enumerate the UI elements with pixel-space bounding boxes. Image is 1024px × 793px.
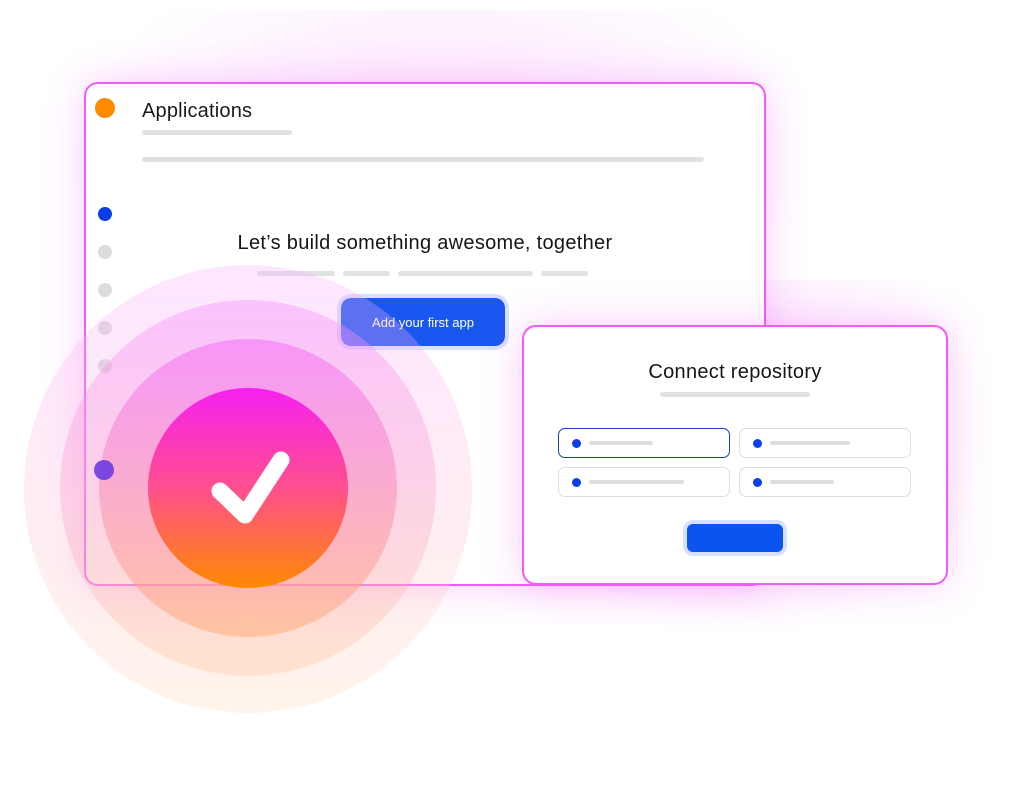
window-status-dot: [95, 98, 115, 118]
headline: Let’s build something awesome, together: [237, 232, 613, 254]
option-label-placeholder: [589, 441, 653, 445]
subtitle-placeholder: [660, 392, 810, 397]
option-label-placeholder: [589, 480, 684, 484]
window-title: Applications: [142, 100, 253, 122]
option-dot-icon: [572, 478, 581, 487]
connect-repository-window: Connect repository: [522, 325, 948, 585]
repository-option-3[interactable]: [558, 467, 730, 497]
repository-option-1[interactable]: [558, 428, 730, 458]
step-indicator-3[interactable]: [98, 283, 112, 297]
option-label-placeholder: [770, 480, 834, 484]
text-placeholder: [541, 271, 588, 276]
window-title: Connect repository: [648, 361, 822, 383]
divider-placeholder: [142, 157, 704, 162]
option-label-placeholder: [770, 441, 850, 445]
option-dot-icon: [572, 439, 581, 448]
option-dot-icon: [753, 478, 762, 487]
repository-option-2[interactable]: [739, 428, 911, 458]
checkmark-icon: [211, 451, 290, 524]
option-dot-icon: [753, 439, 762, 448]
repository-option-4[interactable]: [739, 467, 911, 497]
text-placeholder: [398, 271, 533, 276]
subtitle-placeholder: [142, 130, 292, 135]
connect-button[interactable]: [687, 524, 783, 552]
step-indicator-1[interactable]: [98, 207, 112, 221]
step-indicator-6: [94, 460, 114, 480]
text-placeholder: [343, 271, 390, 276]
